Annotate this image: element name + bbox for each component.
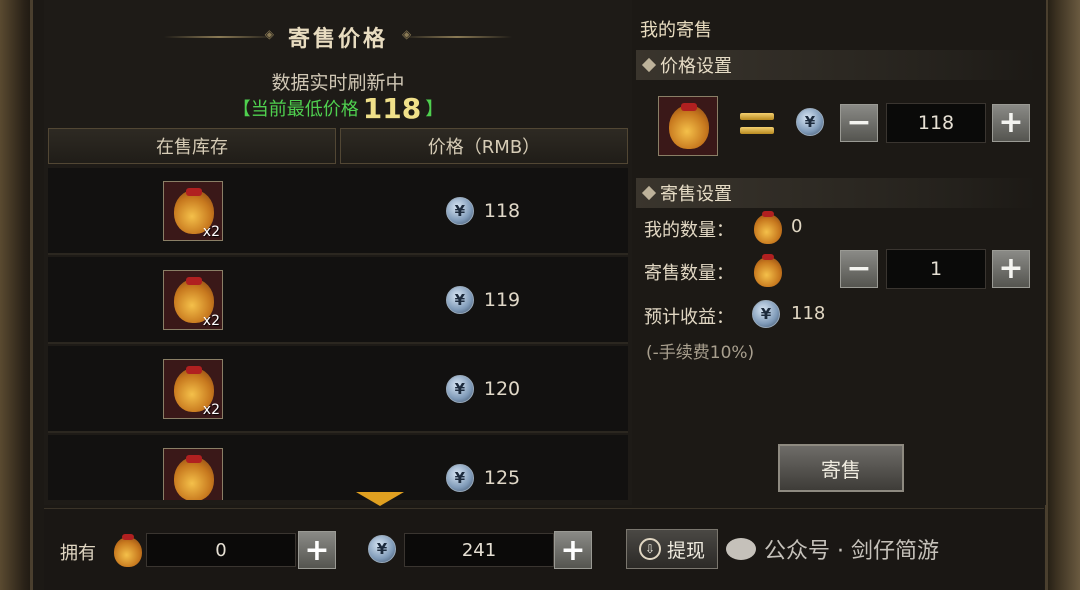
owned-quantity-field: 0	[146, 533, 296, 567]
watermark-text: 公众号 · 剑仔简游	[764, 539, 939, 564]
consignment-price-panel: 寄售价格 数据实时刷新中 【当前最低价格118】 在售库存 价格（RMB） x2…	[44, 0, 632, 506]
lowest-price-suffix: 】	[425, 99, 444, 120]
sale-settings-header: 寄售设置	[636, 178, 1036, 208]
title-ornament-left	[163, 27, 274, 41]
table-row[interactable]: x2 ¥120	[48, 346, 628, 433]
money-bag-icon: x2	[163, 180, 223, 241]
quantity-input[interactable]: 1	[886, 249, 986, 289]
equals-icon	[740, 113, 774, 139]
stack-count: x2	[202, 401, 220, 418]
lowest-price-prefix: 【当前最低价格	[232, 99, 359, 120]
consign-button[interactable]: 寄售	[778, 444, 904, 492]
table-row[interactable]: x2 ¥119	[48, 257, 628, 344]
my-quantity-label: 我的数量：	[644, 220, 734, 241]
my-consignment-panel: 我的寄售 价格设置 ¥ − 118 + 寄售设置 我的数量： 0 寄售数量： −…	[636, 0, 1046, 505]
yuan-coin-icon: ¥	[445, 374, 474, 403]
panel-title: 寄售价格	[287, 27, 388, 52]
diamond-icon	[641, 57, 657, 73]
withdraw-label: 提现	[666, 539, 705, 562]
scroll-down-arrow-icon[interactable]	[356, 492, 404, 506]
money-bag-icon	[112, 533, 144, 567]
price-input[interactable]: 118	[886, 103, 986, 143]
price-settings-header: 价格设置	[636, 50, 1036, 80]
withdraw-button[interactable]: ⇩ 提现	[626, 529, 718, 569]
panel-title-bar: 寄售价格	[44, 14, 632, 60]
yuan-coin-icon: ¥	[368, 535, 396, 563]
yuan-coin-icon: ¥	[796, 108, 824, 136]
money-bag-icon	[752, 210, 784, 244]
withdraw-icon: ⇩	[638, 538, 661, 560]
bottom-bar: 拥有 0 + ¥ 241 + ⇩ 提现 公众号 · 剑仔简游	[44, 508, 1044, 590]
yuan-coin-icon: ¥	[445, 196, 474, 225]
sale-settings-label: 寄售设置	[660, 184, 732, 205]
listing-rows[interactable]: x2 ¥118 x2 ¥119 x2 ¥120 ¥125	[48, 168, 628, 500]
listing-price: 125	[483, 466, 521, 489]
stack-count: x2	[202, 312, 220, 329]
refresh-status: 数据实时刷新中	[271, 72, 405, 94]
my-consignment-title: 我的寄售	[640, 20, 712, 41]
owned-add-button[interactable]: +	[298, 531, 336, 569]
wechat-logo-icon	[726, 538, 756, 560]
money-bag-icon	[163, 447, 223, 500]
lowest-price-value: 118	[362, 92, 422, 125]
expected-income-label: 预计收益：	[644, 307, 734, 328]
fee-note: (-手续费10%)	[646, 343, 755, 363]
listing-price: 118	[483, 199, 521, 222]
column-price: 价格（RMB）	[340, 128, 628, 164]
currency-add-button[interactable]: +	[554, 531, 592, 569]
money-bag-icon: x2	[163, 269, 223, 330]
money-bag-icon: x2	[163, 358, 223, 419]
lowest-price-line: 【当前最低价格 118】	[44, 92, 632, 125]
quantity-decrease-button[interactable]: −	[840, 250, 878, 288]
diamond-icon	[641, 185, 657, 201]
stack-count: x2	[202, 223, 220, 240]
quantity-increase-button[interactable]: +	[992, 250, 1030, 288]
title-ornament-right	[402, 27, 512, 41]
listing-table-header: 在售库存 价格（RMB）	[48, 128, 628, 164]
price-decrease-button[interactable]: −	[840, 104, 878, 142]
my-quantity-value: 0	[791, 216, 803, 237]
yuan-coin-icon: ¥	[752, 300, 780, 328]
money-bag-icon	[658, 96, 718, 156]
owned-label: 拥有	[60, 543, 96, 564]
yuan-coin-icon: ¥	[445, 463, 474, 492]
listing-price: 119	[483, 288, 521, 311]
expected-income-value: 118	[791, 303, 826, 324]
column-stock: 在售库存	[48, 128, 336, 164]
table-row[interactable]: x2 ¥118	[48, 168, 628, 255]
watermark: 公众号 · 剑仔简游	[726, 533, 939, 565]
yuan-coin-icon: ¥	[445, 285, 474, 314]
sell-quantity-label: 寄售数量：	[644, 263, 734, 284]
money-bag-icon	[752, 253, 784, 287]
listing-price: 120	[483, 377, 521, 400]
price-increase-button[interactable]: +	[992, 104, 1030, 142]
price-settings-label: 价格设置	[660, 56, 732, 77]
currency-balance-field: 241	[404, 533, 554, 567]
table-row[interactable]: ¥125	[48, 435, 628, 500]
